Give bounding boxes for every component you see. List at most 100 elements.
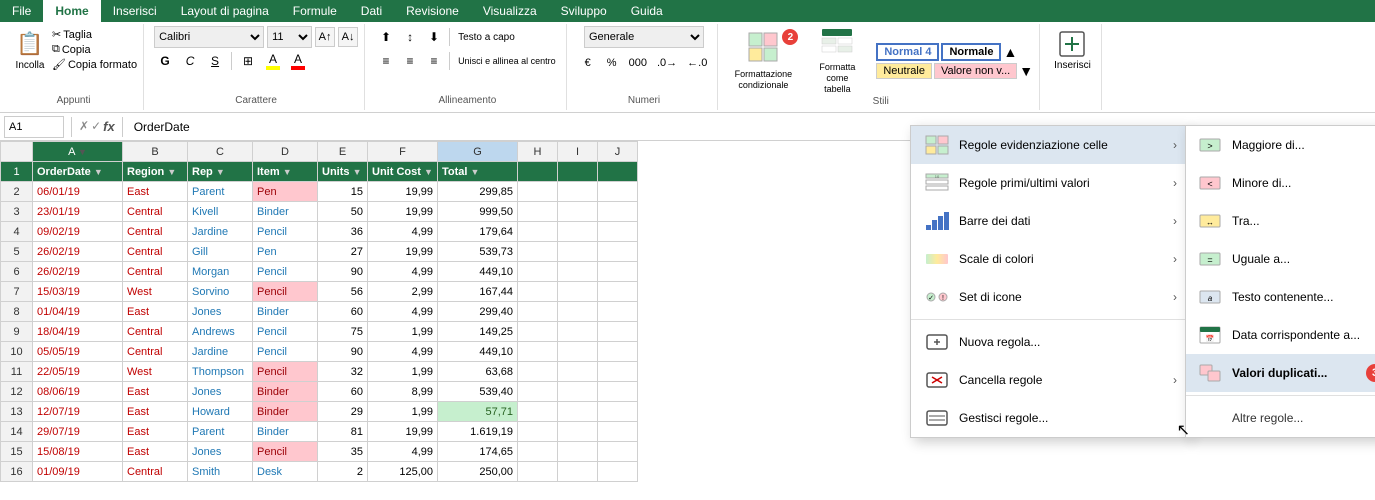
- cell-row12-col1[interactable]: East: [123, 382, 188, 402]
- style-valore-non-v[interactable]: Valore non v...: [934, 63, 1017, 79]
- underline-button[interactable]: S: [204, 50, 226, 72]
- cell-row14-col8[interactable]: [558, 422, 598, 442]
- cell-row5-col6[interactable]: 539,73: [438, 242, 518, 262]
- cell-row6-col4[interactable]: 90: [318, 262, 368, 282]
- cell-row2-col2[interactable]: Parent: [188, 182, 253, 202]
- cell-row10-col0[interactable]: 05/05/19: [33, 342, 123, 362]
- cell-row8-col0[interactable]: 01/04/19: [33, 302, 123, 322]
- copy-format-button[interactable]: 🖌 Copia formato: [52, 58, 137, 71]
- col-e-header[interactable]: E: [318, 142, 368, 162]
- text-wrap-button[interactable]: Testo a capo: [454, 26, 519, 48]
- cell-row10-col3[interactable]: Pencil: [253, 342, 318, 362]
- tab-home[interactable]: Home: [43, 0, 100, 22]
- cell-row5-col1[interactable]: Central: [123, 242, 188, 262]
- cell-row9-col1[interactable]: Central: [123, 322, 188, 342]
- cell-row2-col3[interactable]: Pen: [253, 182, 318, 202]
- cell-row6-col7[interactable]: [518, 262, 558, 282]
- tab-guida[interactable]: Guida: [619, 0, 675, 22]
- cell-row11-col6[interactable]: 63,68: [438, 362, 518, 382]
- cell-row12-col0[interactable]: 08/06/19: [33, 382, 123, 402]
- align-bottom-button[interactable]: ⬇: [423, 26, 445, 48]
- menu-item-tra[interactable]: ↔ Tra...: [1186, 202, 1375, 240]
- cell-row14-col3[interactable]: Binder: [253, 422, 318, 442]
- cell-row7-col3[interactable]: Pencil: [253, 282, 318, 302]
- align-left-button[interactable]: ≡: [375, 50, 397, 72]
- cell-row4-col1[interactable]: Central: [123, 222, 188, 242]
- cell-row15-col3[interactable]: Pencil: [253, 442, 318, 462]
- cell-row16-col1[interactable]: Central: [123, 462, 188, 482]
- cell-row11-col3[interactable]: Pencil: [253, 362, 318, 382]
- cell-row3-col3[interactable]: Binder: [253, 202, 318, 222]
- cell-row2-col7[interactable]: [518, 182, 558, 202]
- style-neutrale[interactable]: Neutrale: [876, 63, 932, 79]
- menu-item-regole-primi[interactable]: 10 Regole primi/ultimi valori ›: [911, 164, 1189, 202]
- cell-b1[interactable]: Region ▼: [123, 162, 188, 182]
- fill-color-button[interactable]: A: [262, 50, 284, 72]
- cell-row9-col0[interactable]: 18/04/19: [33, 322, 123, 342]
- insert-function-icon[interactable]: fx: [103, 119, 115, 134]
- col-j-header[interactable]: J: [598, 142, 638, 162]
- format-as-table-button[interactable]: Formatta cometabella: [802, 26, 872, 96]
- cell-row12-col8[interactable]: [558, 382, 598, 402]
- copy-button[interactable]: ⧉ Copia: [52, 43, 137, 56]
- cell-row6-col8[interactable]: [558, 262, 598, 282]
- cell-row11-col4[interactable]: 32: [318, 362, 368, 382]
- cell-row2-col5[interactable]: 19,99: [368, 182, 438, 202]
- tab-dati[interactable]: Dati: [349, 0, 394, 22]
- cell-row7-col7[interactable]: [518, 282, 558, 302]
- cell-row14-col9[interactable]: [598, 422, 638, 442]
- cell-row2-col4[interactable]: 15: [318, 182, 368, 202]
- cell-row13-col1[interactable]: East: [123, 402, 188, 422]
- cell-row15-col5[interactable]: 4,99: [368, 442, 438, 462]
- cell-row13-col4[interactable]: 29: [318, 402, 368, 422]
- tab-inserisci[interactable]: Inserisci: [101, 0, 169, 22]
- menu-item-testo[interactable]: a Testo contenente...: [1186, 278, 1375, 316]
- cell-row12-col6[interactable]: 539,40: [438, 382, 518, 402]
- style-normal4[interactable]: Normal 4: [876, 43, 939, 61]
- style-scroll-down[interactable]: ▼: [1019, 63, 1033, 79]
- style-scroll-up[interactable]: ▲: [1003, 43, 1017, 61]
- menu-item-maggiore[interactable]: > Maggiore di...: [1186, 126, 1375, 164]
- decimal-decrease-button[interactable]: ←.0: [683, 52, 711, 74]
- cell-row4-col2[interactable]: Jardine: [188, 222, 253, 242]
- cell-row10-col7[interactable]: [518, 342, 558, 362]
- cell-row5-col3[interactable]: Pen: [253, 242, 318, 262]
- cell-row15-col1[interactable]: East: [123, 442, 188, 462]
- menu-item-icone[interactable]: ✓ ! Set di icone ›: [911, 278, 1189, 316]
- cell-row11-col7[interactable]: [518, 362, 558, 382]
- menu-item-scale[interactable]: Scale di colori ›: [911, 240, 1189, 278]
- col-i-header[interactable]: I: [558, 142, 598, 162]
- border-button[interactable]: ⊞: [237, 50, 259, 72]
- style-normale[interactable]: Normale: [941, 43, 1001, 61]
- cell-row2-col0[interactable]: 06/01/19: [33, 182, 123, 202]
- cell-row5-col0[interactable]: 26/02/19: [33, 242, 123, 262]
- cell-row15-col8[interactable]: [558, 442, 598, 462]
- cut-button[interactable]: ✂ Taglia: [52, 28, 137, 41]
- cell-row3-col9[interactable]: [598, 202, 638, 222]
- cell-row16-col3[interactable]: Desk: [253, 462, 318, 482]
- font-decrease-button[interactable]: A↓: [338, 27, 358, 47]
- cell-row14-col6[interactable]: 1.619,19: [438, 422, 518, 442]
- cell-row4-col7[interactable]: [518, 222, 558, 242]
- cell-row7-col9[interactable]: [598, 282, 638, 302]
- menu-item-gestisci[interactable]: Gestisci regole...: [911, 399, 1189, 437]
- cell-row10-col5[interactable]: 4,99: [368, 342, 438, 362]
- cell-row7-col1[interactable]: West: [123, 282, 188, 302]
- cell-row13-col0[interactable]: 12/07/19: [33, 402, 123, 422]
- cell-row14-col0[interactable]: 29/07/19: [33, 422, 123, 442]
- col-a-header[interactable]: A ▼: [33, 142, 123, 162]
- cell-row4-col5[interactable]: 4,99: [368, 222, 438, 242]
- cell-row8-col6[interactable]: 299,40: [438, 302, 518, 322]
- cell-row4-col9[interactable]: [598, 222, 638, 242]
- cell-row5-col8[interactable]: [558, 242, 598, 262]
- cell-row2-col9[interactable]: [598, 182, 638, 202]
- cell-h1[interactable]: [518, 162, 558, 182]
- cell-row15-col9[interactable]: [598, 442, 638, 462]
- cell-row4-col4[interactable]: 36: [318, 222, 368, 242]
- cell-a1[interactable]: OrderDate ▼: [33, 162, 123, 182]
- cell-row10-col2[interactable]: Jardine: [188, 342, 253, 362]
- tab-revisione[interactable]: Revisione: [394, 0, 471, 22]
- cell-row9-col8[interactable]: [558, 322, 598, 342]
- bold-button[interactable]: G: [154, 50, 176, 72]
- cell-row6-col0[interactable]: 26/02/19: [33, 262, 123, 282]
